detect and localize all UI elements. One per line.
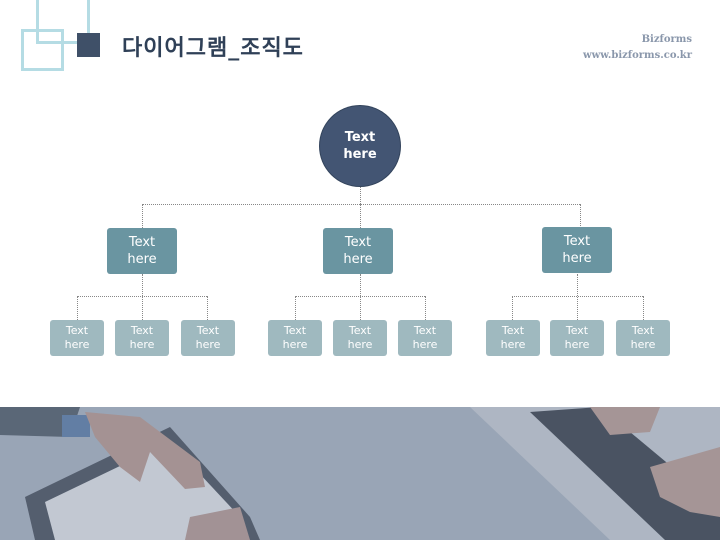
node-label: Text here	[347, 324, 373, 351]
node-label: Text here	[343, 130, 377, 162]
node-label: Text here	[282, 324, 308, 351]
brand-url[interactable]: www.bizforms.co.kr	[583, 48, 692, 64]
org-leaf-node[interactable]: Text here	[181, 320, 235, 356]
node-label: Text here	[64, 324, 90, 351]
org-leaf-node[interactable]: Text here	[398, 320, 452, 356]
org-leaf-node[interactable]: Text here	[115, 320, 169, 356]
brand-block: Bizforms www.bizforms.co.kr	[583, 32, 692, 64]
node-label: Text here	[630, 324, 656, 351]
org-leaf-node[interactable]: Text here	[616, 320, 670, 356]
node-label: Text here	[564, 324, 590, 351]
node-label: Text here	[129, 324, 155, 351]
org-root-node[interactable]: Text here	[320, 106, 400, 186]
org-leaf-node[interactable]: Text here	[486, 320, 540, 356]
org-branch-node-1[interactable]: Text here	[107, 228, 177, 274]
node-label: Text here	[562, 234, 592, 266]
brand-name: Bizforms	[641, 34, 692, 45]
org-leaf-node[interactable]: Text here	[268, 320, 322, 356]
org-leaf-node[interactable]: Text here	[333, 320, 387, 356]
node-label: Text here	[500, 324, 526, 351]
org-branch-node-3[interactable]: Text here	[542, 227, 612, 273]
node-label: Text here	[412, 324, 438, 351]
org-leaf-node[interactable]: Text here	[50, 320, 104, 356]
photo-illustration	[0, 407, 720, 540]
node-label: Text here	[195, 324, 221, 351]
org-branch-node-2[interactable]: Text here	[323, 228, 393, 274]
node-label: Text here	[127, 235, 157, 267]
page-title: 다이어그램_조직도	[122, 36, 304, 61]
footer-photo	[0, 407, 720, 540]
node-label: Text here	[343, 235, 373, 267]
logo-square-bottom	[21, 29, 64, 71]
logo-accent-square	[77, 33, 100, 57]
org-leaf-node[interactable]: Text here	[550, 320, 604, 356]
